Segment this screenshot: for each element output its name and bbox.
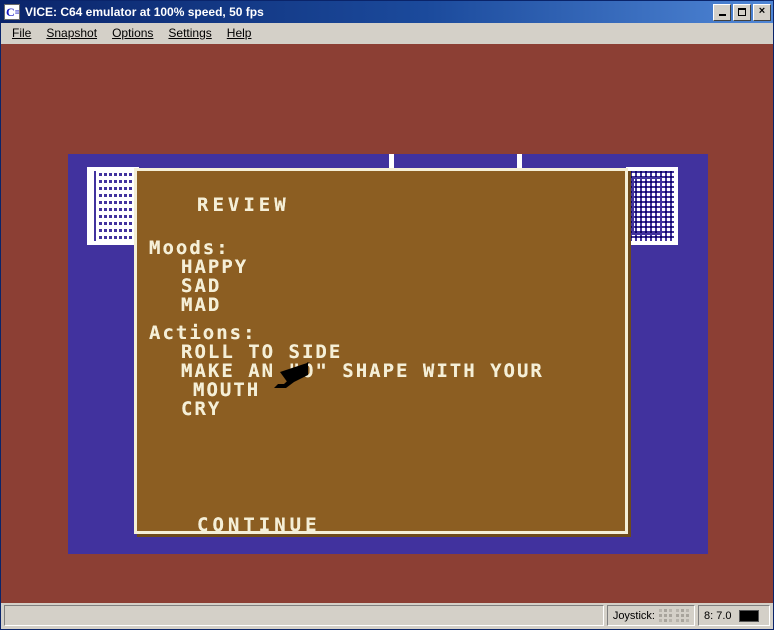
joystick-indicator-1-icon: [659, 609, 672, 622]
titlebar[interactable]: C= VICE: C64 emulator at 100% speed, 50 …: [1, 1, 773, 23]
menu-file-label: File: [12, 26, 32, 40]
game-dialog-panel: REVIEW Moods: HAPPY SAD MAD Actions: ROL…: [134, 168, 628, 535]
menu-item-settings[interactable]: Settings: [161, 24, 219, 42]
action-option-cry[interactable]: CRY: [181, 400, 221, 419]
book-spine-left: [90, 171, 96, 241]
book-text-lines-left: [99, 173, 135, 239]
joystick-indicator-2-icon: [676, 609, 689, 622]
menu-settings-label: Settings: [168, 26, 212, 40]
menu-options-label: Options: [112, 26, 154, 40]
c64-screen-border: REVIEW Moods: HAPPY SAD MAD Actions: ROL…: [68, 154, 708, 554]
menu-snapshot-label: Snapshot: [46, 26, 98, 40]
menu-item-help[interactable]: Help: [220, 24, 260, 42]
joystick-label: Joystick:: [612, 609, 655, 622]
page-title: REVIEW: [197, 194, 290, 216]
menu-item-snapshot[interactable]: Snapshot: [39, 24, 105, 42]
status-joystick-panel[interactable]: Joystick:: [606, 605, 695, 626]
minimize-button[interactable]: [713, 3, 731, 21]
window-title: VICE: C64 emulator at 100% speed, 50 fps: [25, 5, 264, 19]
status-message-panel: [4, 605, 604, 626]
emulator-canvas[interactable]: REVIEW Moods: HAPPY SAD MAD Actions: ROL…: [1, 44, 773, 603]
maximize-button[interactable]: [733, 3, 751, 21]
top-tick-mark-right: [517, 154, 522, 168]
book-spine-right: [632, 177, 662, 235]
statusbar: Joystick: 8: 7.0: [1, 603, 773, 629]
vice-emulator-window: C= VICE: C64 emulator at 100% speed, 50 …: [0, 0, 774, 630]
close-button[interactable]: ×: [753, 3, 771, 21]
mood-option-mad[interactable]: MAD: [181, 296, 221, 315]
commodore-logo-icon: C=: [4, 4, 20, 20]
continue-button[interactable]: CONTINUE: [197, 516, 321, 535]
book-graphic-left-icon: [87, 167, 139, 245]
close-icon: ×: [758, 5, 766, 17]
book-graphic-right-icon: [626, 167, 678, 245]
menu-item-file[interactable]: File: [5, 24, 39, 42]
status-drive-panel[interactable]: 8: 7.0: [698, 605, 770, 626]
top-tick-mark-left: [389, 154, 394, 168]
menu-item-options[interactable]: Options: [105, 24, 161, 42]
drive-led-indicator: [738, 609, 759, 622]
menubar: File Snapshot Options Settings Help: [1, 23, 773, 44]
menu-help-label: Help: [226, 26, 252, 40]
drive-label: 8: 7.0: [704, 609, 732, 622]
